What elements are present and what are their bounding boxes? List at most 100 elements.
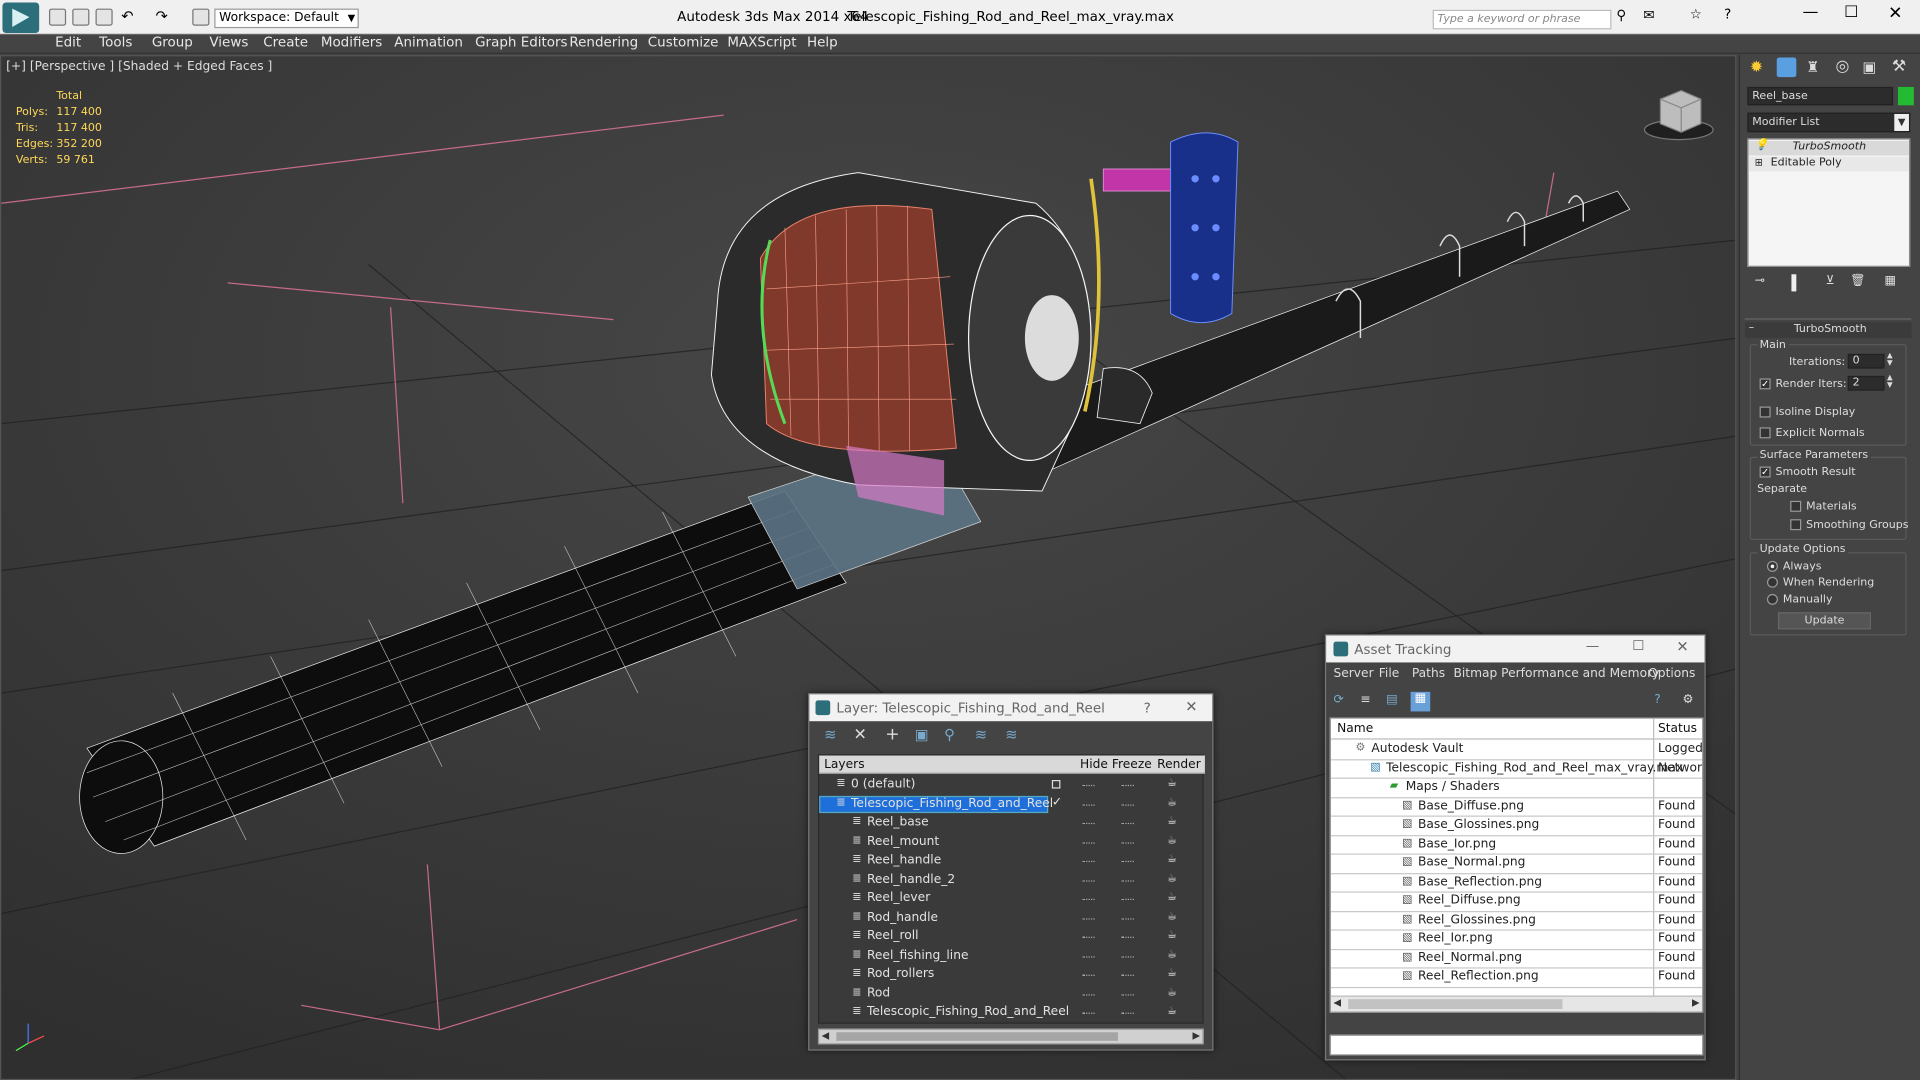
rollout-header[interactable]: – TurboSmooth (1744, 322, 1912, 338)
asset-path-field[interactable] (1329, 1034, 1704, 1056)
asset-row[interactable]: ▧ Reel_Glossines.png Found (1331, 912, 1703, 931)
table-view-icon[interactable]: ▤ (1386, 693, 1398, 706)
menu-item-views[interactable]: Views (209, 34, 248, 50)
remove-modifier-icon[interactable]: 🗑 (1850, 274, 1866, 287)
at-menu-options[interactable]: Options (1648, 667, 1695, 680)
freeze-toggle[interactable] (1121, 822, 1134, 825)
render-teapot-icon[interactable]: ☕ (1167, 797, 1177, 809)
smooth-result-checkbox[interactable]: ✓ (1759, 466, 1771, 478)
stack-item-editable-poly[interactable]: ⊞ Editable Poly (1748, 156, 1909, 172)
communication-icon[interactable]: ✉ (1643, 7, 1654, 23)
column-layers[interactable]: Layers (824, 758, 865, 771)
workspace-dropdown[interactable]: Workspace: Default ▼ (214, 8, 359, 29)
help-icon[interactable]: ? (1144, 700, 1151, 716)
layer-row[interactable]: ≣ Rod_rollers ☕ (819, 966, 1205, 984)
layer-dialog-titlebar[interactable]: Layer: Telescopic_Fishing_Rod_and_Reel ?… (809, 694, 1213, 722)
freeze-toggle[interactable] (1121, 784, 1134, 787)
menu-item-tools[interactable]: Tools (99, 34, 132, 50)
freeze-toggle[interactable] (1121, 879, 1134, 882)
hide-toggle[interactable] (1082, 974, 1095, 976)
menu-item-help[interactable]: Help (807, 34, 838, 50)
select-objects-icon[interactable]: ▣ (915, 726, 929, 743)
maximize-icon[interactable]: ☐ (1632, 638, 1644, 654)
configure-modifier-sets-icon[interactable]: ▦ (1884, 274, 1896, 287)
current-layer-check-icon[interactable]: ✓ (1052, 795, 1062, 808)
explicit-normals-checkbox[interactable] (1759, 427, 1771, 439)
asset-row[interactable]: ▧ Reel_Normal.png Found (1331, 950, 1703, 969)
render-teapot-icon[interactable]: ☕ (1167, 872, 1177, 884)
menu-item-rendering[interactable]: Rendering (569, 34, 638, 50)
delete-layer-icon[interactable]: ✕ (853, 726, 866, 744)
render-teapot-icon[interactable]: ☕ (1167, 816, 1177, 828)
help-icon[interactable]: ? (1654, 693, 1661, 706)
layer-row[interactable]: ≣ Telescopic_Fishing_Rod_and_Reel ✓ ☕ (819, 795, 1205, 813)
layer-row[interactable]: ≣ Reel_handle_2 ☕ (819, 871, 1205, 889)
materials-checkbox[interactable] (1790, 500, 1802, 512)
asset-row[interactable]: ▧ Base_Diffuse.png Found (1331, 798, 1703, 817)
save-file-icon[interactable] (95, 8, 113, 26)
render-teapot-icon[interactable]: ☕ (1167, 929, 1177, 941)
freeze-toggle[interactable] (1121, 1012, 1134, 1014)
help-icon[interactable]: ? (1724, 6, 1731, 22)
freeze-toggle[interactable] (1121, 974, 1134, 976)
asset-row[interactable]: ▧ Base_Reflection.png Found (1331, 874, 1703, 893)
make-unique-icon[interactable]: ⊻ (1826, 274, 1835, 287)
hide-toggle[interactable] (1082, 784, 1095, 787)
new-file-icon[interactable] (48, 8, 67, 26)
hide-toggle[interactable] (1082, 955, 1095, 957)
smoothing-groups-checkbox[interactable] (1790, 519, 1802, 531)
spinner-arrows-icon[interactable]: ▲ ▼ (1887, 374, 1893, 390)
asset-row[interactable]: ⚙ Autodesk Vault Logged (1331, 741, 1703, 760)
render-teapot-icon[interactable]: ☕ (1167, 778, 1177, 790)
column-name[interactable]: Name (1337, 722, 1373, 735)
hide-toggle[interactable] (1082, 917, 1095, 919)
expand-plus-icon[interactable]: ⊞ (1755, 157, 1763, 168)
viewport-label[interactable]: [+] [Perspective ] [Shaded + Edged Faces… (6, 60, 272, 73)
layer-row[interactable]: ≣ Reel_roll ☕ (819, 928, 1205, 946)
layer-row[interactable]: ≣ Reel_mount ☕ (819, 833, 1205, 851)
at-menu-file[interactable]: File (1379, 667, 1399, 680)
menu-item-edit[interactable]: Edit (55, 34, 81, 50)
asset-tracking-titlebar[interactable]: Asset Tracking — ☐ ✕ (1326, 635, 1705, 663)
project-folder-icon[interactable] (192, 8, 210, 26)
minimize-icon[interactable]: — (1802, 4, 1818, 22)
asset-row[interactable]: ▧ Reel_Reflection.png Found (1331, 969, 1703, 988)
layer-row[interactable]: ≣ Reel_lever ☕ (819, 890, 1205, 908)
create-tab-icon[interactable]: ✹ (1750, 59, 1763, 77)
motion-tab-icon[interactable]: ◎ (1836, 58, 1850, 76)
menu-item-maxscript[interactable]: MAXScript (727, 34, 796, 50)
app-logo-icon[interactable] (2, 2, 40, 34)
hide-all-layers-icon[interactable]: ≋ (1005, 726, 1017, 743)
refresh-icon[interactable]: ⟳ (1333, 693, 1343, 706)
display-tab-icon[interactable]: ▣ (1862, 59, 1876, 76)
layer-row[interactable]: ≣ Rod_handle ☕ (819, 909, 1205, 927)
undo-icon[interactable]: ↶ (121, 7, 138, 24)
pin-stack-icon[interactable]: ⊸ (1755, 274, 1765, 287)
lightbulb-icon[interactable]: 💡 (1755, 140, 1769, 152)
render-iters-spinner[interactable]: 2 (1847, 375, 1885, 391)
layer-row[interactable]: ≣ Reel_handle ☕ (819, 852, 1205, 870)
menu-item-graph-editors[interactable]: Graph Editors (475, 34, 567, 50)
hide-toggle[interactable] (1082, 822, 1095, 825)
hide-toggle[interactable] (1082, 936, 1095, 938)
hide-toggle[interactable] (1082, 898, 1095, 901)
layer-row[interactable]: ≣ Telescopic_Fishing_Rod_and_Reel ☕ (819, 1004, 1205, 1022)
menu-item-animation[interactable]: Animation (394, 34, 463, 50)
layer-scrollbar-horizontal[interactable]: ◀ ▶ (817, 1028, 1204, 1045)
show-end-result-icon[interactable] (1791, 274, 1797, 292)
scroll-right-icon[interactable]: ▶ (1192, 1030, 1200, 1041)
isoline-display-checkbox[interactable] (1759, 406, 1771, 418)
freeze-toggle[interactable] (1121, 917, 1134, 919)
asset-row[interactable]: ▧ Base_Glossines.png Found (1331, 817, 1703, 836)
hierarchy-tab-icon[interactable]: ♜ (1806, 59, 1819, 76)
freeze-toggle[interactable] (1121, 936, 1134, 938)
asset-row[interactable]: ▧ Telescopic_Fishing_Rod_and_Reel_max_vra… (1331, 760, 1703, 779)
binoculars-icon[interactable]: ⚲ (1616, 7, 1626, 23)
freeze-toggle[interactable] (1121, 803, 1134, 806)
asset-row[interactable]: ▧ Base_Ior.png Found (1331, 836, 1703, 855)
add-to-layer-icon[interactable]: + (885, 725, 899, 745)
settings-icon[interactable]: ⚙ (1682, 693, 1693, 706)
layer-row[interactable]: ≣ 0 (default) ☕ (819, 776, 1205, 794)
render-iters-checkbox[interactable]: ✓ (1759, 378, 1771, 390)
close-icon[interactable]: ✕ (1888, 4, 1902, 24)
